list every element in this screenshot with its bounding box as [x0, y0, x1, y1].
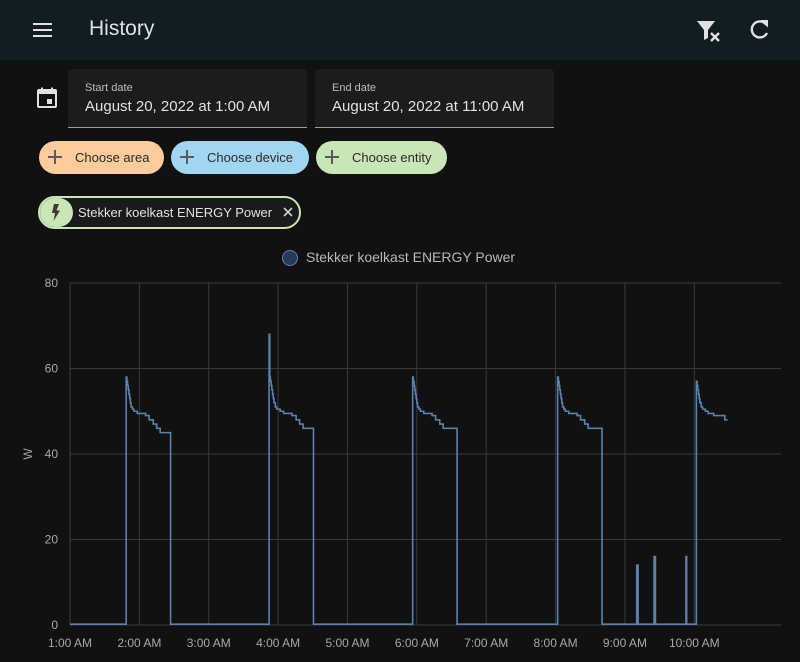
x-tick-label: 2:00 AM: [117, 636, 161, 650]
refresh-button[interactable]: [746, 16, 772, 44]
filter-remove-icon: [697, 21, 720, 42]
entity-icon-badge: [40, 198, 73, 227]
end-date-value: August 20, 2022 at 11:00 AM: [332, 98, 525, 115]
choose-area-label: Choose area: [75, 150, 150, 165]
x-tick-label: 6:00 AM: [395, 636, 439, 650]
history-chart: 0 20 40 60 80 1:00 AM 2:00 AM 3:00 AM 4:00 AM 5:0…: [21, 276, 781, 650]
start-date-field[interactable]: Start date August 20, 2022 at 1:00 AM: [68, 69, 307, 128]
y-tick-label: 20: [45, 533, 59, 547]
legend-swatch: [282, 250, 298, 266]
menu-button[interactable]: [30, 18, 56, 42]
x-tick-label: 5:00 AM: [325, 636, 369, 650]
x-tick-label: 8:00 AM: [534, 636, 578, 650]
x-tick-label: 3:00 AM: [187, 636, 231, 650]
end-date-field[interactable]: End date August 20, 2022 at 11:00 AM: [315, 69, 554, 128]
start-date-label: Start date: [85, 82, 133, 94]
y-tick-label: 80: [45, 276, 59, 290]
plus-icon: [179, 149, 195, 165]
y-axis-label: W: [21, 448, 35, 460]
clear-filters-button[interactable]: [694, 16, 722, 44]
x-tick-label: 1:00 AM: [48, 636, 92, 650]
selected-entity-chip[interactable]: Stekker koelkast ENERGY Power: [38, 196, 301, 229]
choose-entity-chip[interactable]: Choose entity: [316, 141, 447, 174]
plus-icon: [324, 149, 340, 165]
flash-icon: [52, 204, 60, 221]
page-title: History: [89, 17, 155, 40]
end-date-label: End date: [332, 82, 377, 94]
choose-device-label: Choose device: [207, 150, 293, 165]
refresh-icon: [750, 20, 769, 39]
choose-area-chip[interactable]: Choose area: [39, 141, 164, 174]
choose-entity-label: Choose entity: [352, 150, 432, 165]
x-tick-label: 9:00 AM: [603, 636, 647, 650]
y-tick-label: 40: [45, 447, 59, 461]
choose-device-chip[interactable]: Choose device: [171, 141, 309, 174]
top-app-bar: History: [0, 0, 800, 60]
selected-entity-label: Stekker koelkast ENERGY Power: [78, 205, 273, 220]
y-tick-label: 0: [51, 618, 58, 632]
legend-label: Stekker koelkast ENERGY Power: [306, 249, 516, 265]
series-line: [70, 333, 728, 625]
start-date-value: August 20, 2022 at 1:00 AM: [85, 98, 271, 115]
x-tick-label: 10:00 AM: [669, 636, 720, 650]
y-tick-label: 60: [45, 362, 59, 376]
x-tick-label: 4:00 AM: [256, 636, 300, 650]
x-tick-label: 7:00 AM: [464, 636, 508, 650]
close-icon[interactable]: [281, 205, 295, 219]
plus-icon: [47, 149, 63, 165]
calendar-icon[interactable]: [35, 86, 59, 110]
